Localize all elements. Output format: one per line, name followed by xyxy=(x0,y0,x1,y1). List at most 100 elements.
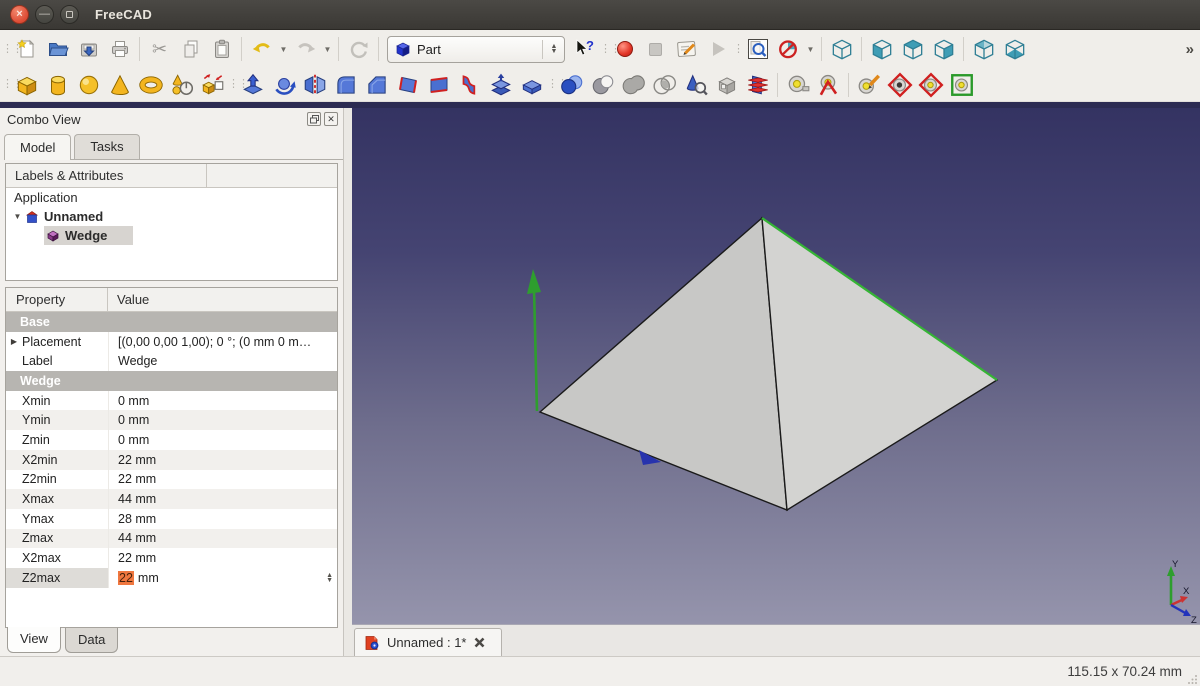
draw-style-button[interactable] xyxy=(773,34,804,64)
panel-close-button[interactable]: ✕ xyxy=(324,112,338,126)
tree-column-header[interactable]: Labels & Attributes xyxy=(6,164,337,188)
toolbar-drag-handle[interactable]: ⋮⋮ xyxy=(547,80,556,89)
workbench-spinner[interactable]: ▲▼ xyxy=(542,40,560,59)
cone-button[interactable] xyxy=(104,70,135,100)
3d-scene[interactable]: Y X Z xyxy=(352,108,1200,624)
union-button[interactable] xyxy=(618,70,649,100)
view-bottom-button[interactable] xyxy=(999,34,1030,64)
macro-edit-button[interactable] xyxy=(671,34,702,64)
measure-clear-all-button[interactable] xyxy=(884,70,915,100)
revolve-button[interactable] xyxy=(268,70,299,100)
workbench-selector[interactable]: Part ▲▼ xyxy=(387,36,565,63)
defeaturing-button[interactable] xyxy=(711,70,742,100)
wedge-left-face[interactable] xyxy=(540,218,787,510)
measure-toggle-3d-button[interactable] xyxy=(946,70,977,100)
resize-grip[interactable] xyxy=(1187,673,1198,684)
window-close-button[interactable]: × xyxy=(10,5,29,24)
shape-builder-button[interactable] xyxy=(197,70,228,100)
cut-boolean-button[interactable] xyxy=(587,70,618,100)
cut-button[interactable]: ✂ xyxy=(144,34,175,64)
property-row-ymax[interactable]: Ymax 28 mm xyxy=(6,509,337,529)
make-face-button[interactable] xyxy=(392,70,423,100)
property-row-zmax[interactable]: Zmax 44 mm xyxy=(6,529,337,549)
box-button[interactable] xyxy=(11,70,42,100)
copy-button[interactable] xyxy=(175,34,206,64)
wedge-object[interactable] xyxy=(540,218,997,510)
undo-button[interactable] xyxy=(246,34,277,64)
tree-item-wedge[interactable]: Wedge xyxy=(6,226,337,245)
draw-style-dropdown-arrow[interactable]: ▼ xyxy=(804,34,817,64)
whats-this-button[interactable]: ? xyxy=(569,34,600,64)
3d-viewport[interactable]: Y X Z xyxy=(352,108,1200,624)
intersection-button[interactable] xyxy=(649,70,680,100)
new-document-button[interactable] xyxy=(11,34,42,64)
view-top-button[interactable] xyxy=(897,34,928,64)
toolbar-overflow-button[interactable]: » xyxy=(1186,41,1194,58)
property-row-label[interactable]: Label Wedge xyxy=(6,351,337,371)
property-row-ymin[interactable]: Ymin 0 mm xyxy=(6,410,337,430)
view-isometric-button[interactable] xyxy=(826,34,857,64)
open-document-button[interactable] xyxy=(42,34,73,64)
torus-button[interactable] xyxy=(135,70,166,100)
property-row-x2min[interactable]: X2min 22 mm xyxy=(6,450,337,470)
view-front-button[interactable] xyxy=(866,34,897,64)
toolbar-drag-handle[interactable]: ⋮⋮ xyxy=(228,80,237,89)
property-row-xmin[interactable]: Xmin 0 mm xyxy=(6,391,337,411)
measure-angular-button[interactable] xyxy=(813,70,844,100)
create-primitives-button[interactable] xyxy=(166,70,197,100)
property-group-wedge[interactable]: Wedge xyxy=(6,371,337,391)
extrude-button[interactable] xyxy=(237,70,268,100)
property-row-zmin[interactable]: Zmin 0 mm xyxy=(6,430,337,450)
macro-stop-button[interactable] xyxy=(640,34,671,64)
chamfer-button[interactable] xyxy=(361,70,392,100)
window-maximize-button[interactable] xyxy=(60,5,79,24)
column-value[interactable]: Value xyxy=(108,292,149,307)
save-document-button[interactable] xyxy=(73,34,104,64)
loft-button[interactable] xyxy=(454,70,485,100)
panel-float-button[interactable] xyxy=(307,112,321,126)
mirror-button[interactable] xyxy=(299,70,330,100)
fillet-button[interactable] xyxy=(330,70,361,100)
fit-all-button[interactable] xyxy=(742,34,773,64)
expand-arrow-icon[interactable]: ▶ xyxy=(6,337,22,346)
macro-record-button[interactable] xyxy=(609,34,640,64)
thickness-button[interactable] xyxy=(516,70,547,100)
window-minimize-button[interactable]: — xyxy=(35,5,54,24)
document-tab[interactable]: Unnamed : 1* xyxy=(354,628,502,656)
tab-tasks[interactable]: Tasks xyxy=(74,134,139,159)
sphere-button[interactable] xyxy=(73,70,104,100)
wedge-right-face[interactable] xyxy=(762,218,997,510)
redo-dropdown-arrow[interactable]: ▼ xyxy=(321,34,334,64)
spinbox-arrows[interactable]: ▲▼ xyxy=(326,573,337,583)
offset-button[interactable] xyxy=(485,70,516,100)
cylinder-button[interactable] xyxy=(42,70,73,100)
document-tab-close-icon[interactable] xyxy=(474,637,485,648)
measure-toggle-all-button[interactable] xyxy=(915,70,946,100)
refresh-button[interactable] xyxy=(343,34,374,64)
tab-view[interactable]: View xyxy=(7,627,61,653)
collapse-arrow-icon[interactable]: ▼ xyxy=(12,212,23,221)
macro-execute-button[interactable] xyxy=(702,34,733,64)
property-row-z2max[interactable]: Z2max 22 mm ▲▼ xyxy=(6,568,337,588)
tree-item-application[interactable]: Application xyxy=(6,188,337,207)
window-titlebar[interactable]: × — FreeCAD xyxy=(0,0,1200,30)
toolbar-drag-handle[interactable]: ⋮⋮ xyxy=(733,45,742,54)
property-row-placement[interactable]: ▶ Placement [(0,00 0,00 1,00); 0 °; (0 m… xyxy=(6,332,337,352)
cross-sections-button[interactable] xyxy=(742,70,773,100)
toolbar-drag-handle[interactable]: ⋮⋮ xyxy=(2,45,11,54)
column-property[interactable]: Property xyxy=(6,288,108,311)
measure-linear-button[interactable] xyxy=(782,70,813,100)
property-row-x2max[interactable]: X2max 22 mm xyxy=(6,548,337,568)
paste-button[interactable] xyxy=(206,34,237,64)
check-geometry-button[interactable] xyxy=(680,70,711,100)
tab-model[interactable]: Model xyxy=(4,134,71,160)
print-button[interactable] xyxy=(104,34,135,64)
redo-button[interactable] xyxy=(290,34,321,64)
view-rear-button[interactable] xyxy=(968,34,999,64)
tree-item-document[interactable]: ▼ Unnamed xyxy=(6,207,337,226)
dock-splitter[interactable] xyxy=(344,108,352,656)
property-row-z2min[interactable]: Z2min 22 mm xyxy=(6,470,337,490)
ruled-surface-button[interactable] xyxy=(423,70,454,100)
combo-view-titlebar[interactable]: Combo View ✕ xyxy=(0,108,343,131)
boolean-button[interactable] xyxy=(556,70,587,100)
